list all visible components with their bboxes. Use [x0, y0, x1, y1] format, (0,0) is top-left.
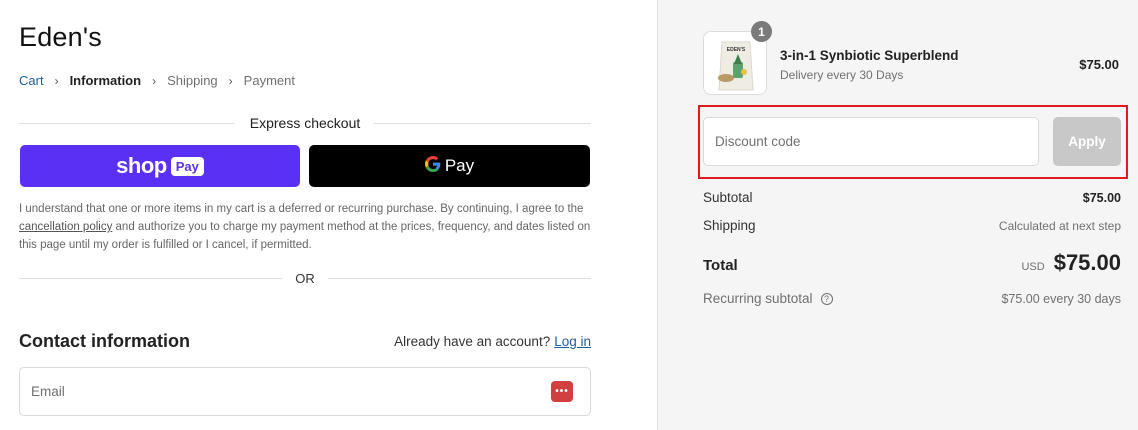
- order-summary: EDEN'S 1 3-in-1 Synbiotic Superblend Del…: [657, 0, 1138, 430]
- notice-text: I understand that one or more items in m…: [19, 203, 584, 215]
- breadcrumb: Cart › Information › Shipping › Payment: [19, 73, 295, 88]
- divider: [374, 123, 591, 124]
- google-pay-button[interactable]: Pay: [309, 145, 590, 187]
- recurring-subtotal-row: Recurring subtotal? $75.00 every 30 days: [703, 291, 1121, 306]
- recurring-subtotal-label: Recurring subtotal: [703, 291, 813, 306]
- google-pay-label: Pay: [444, 156, 475, 175]
- email-input[interactable]: [20, 368, 520, 415]
- recurring-subtotal-label-group: Recurring subtotal?: [703, 291, 833, 306]
- pouch-brand-text: EDEN'S: [727, 47, 746, 53]
- store-logo[interactable]: Eden's: [19, 22, 102, 53]
- chevron-right-icon: ›: [152, 73, 157, 88]
- subtotal-row: Subtotal $75.00: [703, 190, 1121, 205]
- currency-code: USD: [1021, 261, 1045, 273]
- discount-code-input[interactable]: [704, 118, 1038, 165]
- shipping-row: Shipping Calculated at next step: [703, 218, 1121, 233]
- password-manager-icon[interactable]: •••: [551, 381, 573, 402]
- google-g-icon: [424, 155, 441, 177]
- or-divider: OR: [19, 270, 591, 288]
- cancellation-policy-link[interactable]: cancellation policy: [19, 221, 112, 233]
- product-name: 3-in-1 Synbiotic Superblend: [780, 48, 959, 63]
- product-price: $75.00: [1079, 57, 1119, 72]
- total-value: $75.00: [1053, 250, 1121, 275]
- shop-pay-button[interactable]: shop Pay: [20, 145, 300, 187]
- login-link[interactable]: Log in: [554, 334, 591, 349]
- express-checkout-header: Express checkout: [19, 115, 591, 133]
- help-icon[interactable]: ?: [820, 293, 833, 306]
- breadcrumb-information: Information: [69, 73, 142, 88]
- shop-pay-pill: Pay: [170, 156, 204, 176]
- shipping-value: Calculated at next step: [998, 219, 1121, 233]
- breadcrumb-payment: Payment: [243, 73, 295, 88]
- breadcrumb-shipping: Shipping: [167, 73, 218, 88]
- product-subscription: Delivery every 30 Days: [780, 68, 904, 82]
- total-label: Total: [703, 257, 738, 274]
- divider: [328, 278, 591, 279]
- checkout-page: Eden's Cart › Information › Shipping › P…: [0, 0, 1138, 430]
- contact-heading: Contact information: [19, 331, 190, 351]
- total-amount-group: USD $75.00: [1021, 250, 1121, 276]
- chevron-right-icon: ›: [54, 73, 59, 88]
- apply-discount-button[interactable]: Apply: [1053, 117, 1121, 166]
- account-prompt-text: Already have an account?: [394, 334, 551, 349]
- recurring-purchase-notice: I understand that one or more items in m…: [19, 200, 594, 254]
- shipping-label: Shipping: [703, 218, 756, 233]
- email-field[interactable]: •••: [19, 367, 591, 416]
- breadcrumb-cart[interactable]: Cart: [19, 73, 44, 88]
- account-prompt: Already have an account? Log in: [394, 334, 591, 349]
- shop-pay-wordmark: shop: [116, 153, 167, 178]
- chevron-right-icon: ›: [228, 73, 233, 88]
- discount-code-field[interactable]: [703, 117, 1039, 166]
- total-row: Total USD $75.00: [703, 250, 1121, 276]
- checkout-main: Eden's Cart › Information › Shipping › P…: [0, 0, 657, 430]
- subtotal-value: $75.00: [1082, 191, 1121, 205]
- recurring-subtotal-value: $75.00 every 30 days: [1001, 292, 1121, 306]
- quantity-badge: 1: [751, 21, 772, 42]
- subtotal-label: Subtotal: [703, 190, 753, 205]
